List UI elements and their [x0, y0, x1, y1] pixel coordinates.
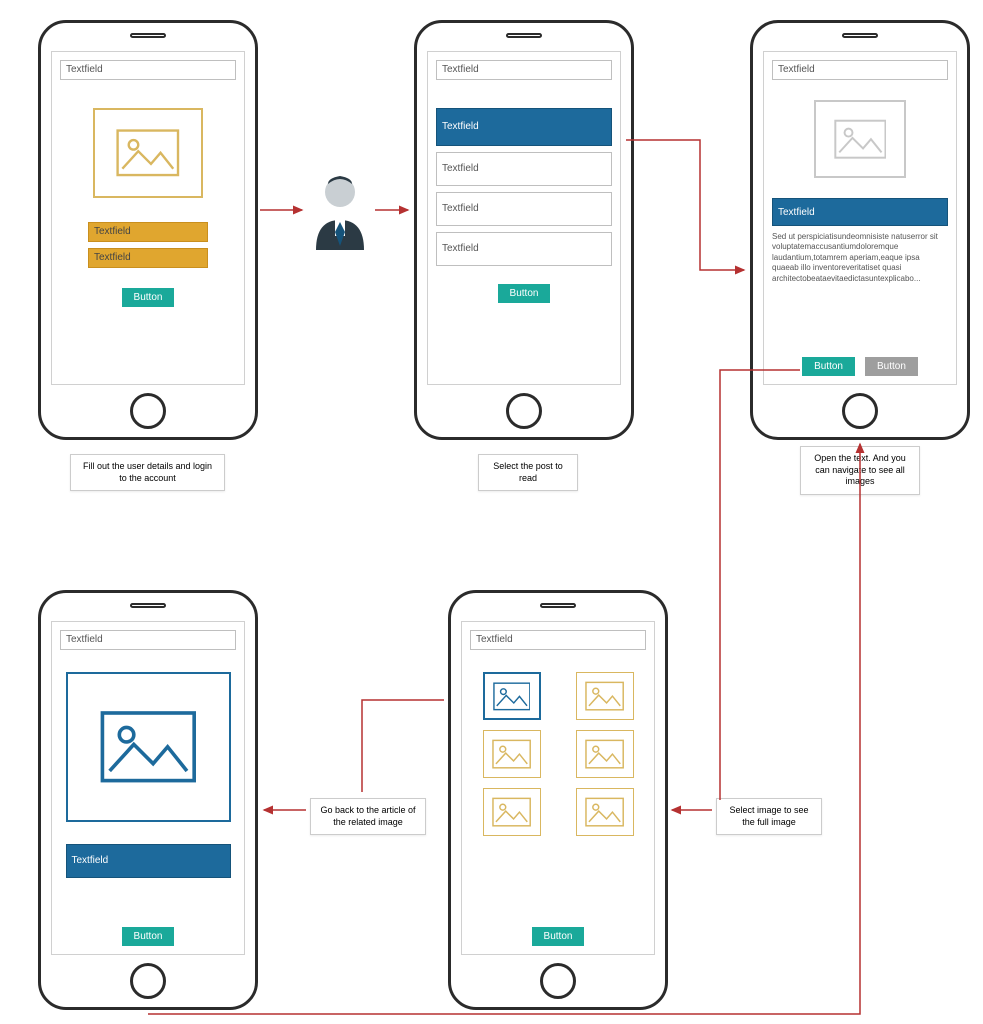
phone-login: Textfield Textfield Textfield Button	[38, 20, 258, 440]
caption-gallery: Select image to see the full image	[716, 798, 822, 835]
article-image-placeholder	[814, 100, 906, 178]
gallery-thumb[interactable]	[576, 788, 634, 836]
speaker-icon	[506, 33, 542, 38]
phone-gallery: Textfield Button	[448, 590, 668, 1010]
screen-gallery: Textfield Button	[461, 621, 655, 955]
header-textfield[interactable]: Textfield	[60, 630, 236, 650]
screen-image-detail: Textfield Textfield Button	[51, 621, 245, 955]
detail-button[interactable]: Button	[122, 927, 175, 946]
list-item[interactable]: Textfield	[436, 192, 612, 226]
secondary-action-button[interactable]: Button	[865, 357, 918, 376]
home-button-icon[interactable]	[842, 393, 878, 429]
phone-article: Textfield Textfield Sed ut perspiciatisu…	[750, 20, 970, 440]
logo-image-placeholder	[93, 108, 203, 198]
phone-image-detail: Textfield Textfield Button	[38, 590, 258, 1010]
speaker-icon	[130, 33, 166, 38]
gallery-thumb-selected[interactable]	[483, 672, 541, 720]
list-item[interactable]: Textfield	[436, 232, 612, 266]
image-grid	[470, 672, 646, 836]
image-icon	[100, 703, 197, 791]
password-field[interactable]: Textfield	[88, 248, 208, 268]
list-item[interactable]: Textfield	[436, 152, 612, 186]
header-textfield[interactable]: Textfield	[470, 630, 646, 650]
gallery-thumb[interactable]	[576, 730, 634, 778]
header-textfield[interactable]: Textfield	[60, 60, 236, 80]
caption-detail: Go back to the article of the related im…	[310, 798, 426, 835]
caption-login: Fill out the user details and login to t…	[70, 454, 225, 491]
image-caption-field[interactable]: Textfield	[66, 844, 231, 878]
username-field[interactable]: Textfield	[88, 222, 208, 242]
header-textfield[interactable]: Textfield	[436, 60, 612, 80]
gallery-button[interactable]: Button	[532, 927, 585, 946]
screen-article: Textfield Textfield Sed ut perspiciatisu…	[763, 51, 957, 385]
home-button-icon[interactable]	[130, 393, 166, 429]
speaker-icon	[130, 603, 166, 608]
header-textfield[interactable]: Textfield	[772, 60, 948, 80]
caption-list: Select the post to read	[478, 454, 578, 491]
user-avatar-icon	[308, 172, 372, 250]
home-button-icon[interactable]	[130, 963, 166, 999]
screen-login: Textfield Textfield Textfield Button	[51, 51, 245, 385]
article-title-field[interactable]: Textfield	[772, 198, 948, 226]
home-button-icon[interactable]	[506, 393, 542, 429]
article-body-text: Sed ut perspiciatisundeomnisiste natuser…	[772, 232, 948, 284]
speaker-icon	[540, 603, 576, 608]
login-button[interactable]: Button	[122, 288, 175, 307]
image-icon	[834, 117, 887, 161]
full-image-placeholder[interactable]	[66, 672, 231, 822]
gallery-thumb[interactable]	[576, 672, 634, 720]
list-button[interactable]: Button	[498, 284, 551, 303]
list-item-selected[interactable]: Textfield	[436, 108, 612, 146]
primary-action-button[interactable]: Button	[802, 357, 855, 376]
gallery-thumb[interactable]	[483, 788, 541, 836]
home-button-icon[interactable]	[540, 963, 576, 999]
article-button-row: Button Button	[772, 357, 948, 376]
speaker-icon	[842, 33, 878, 38]
phone-list: Textfield Textfield Textfield Textfield …	[414, 20, 634, 440]
image-icon	[116, 127, 180, 179]
caption-article: Open the text. And you can navigate to s…	[800, 446, 920, 495]
gallery-thumb[interactable]	[483, 730, 541, 778]
screen-list: Textfield Textfield Textfield Textfield …	[427, 51, 621, 385]
